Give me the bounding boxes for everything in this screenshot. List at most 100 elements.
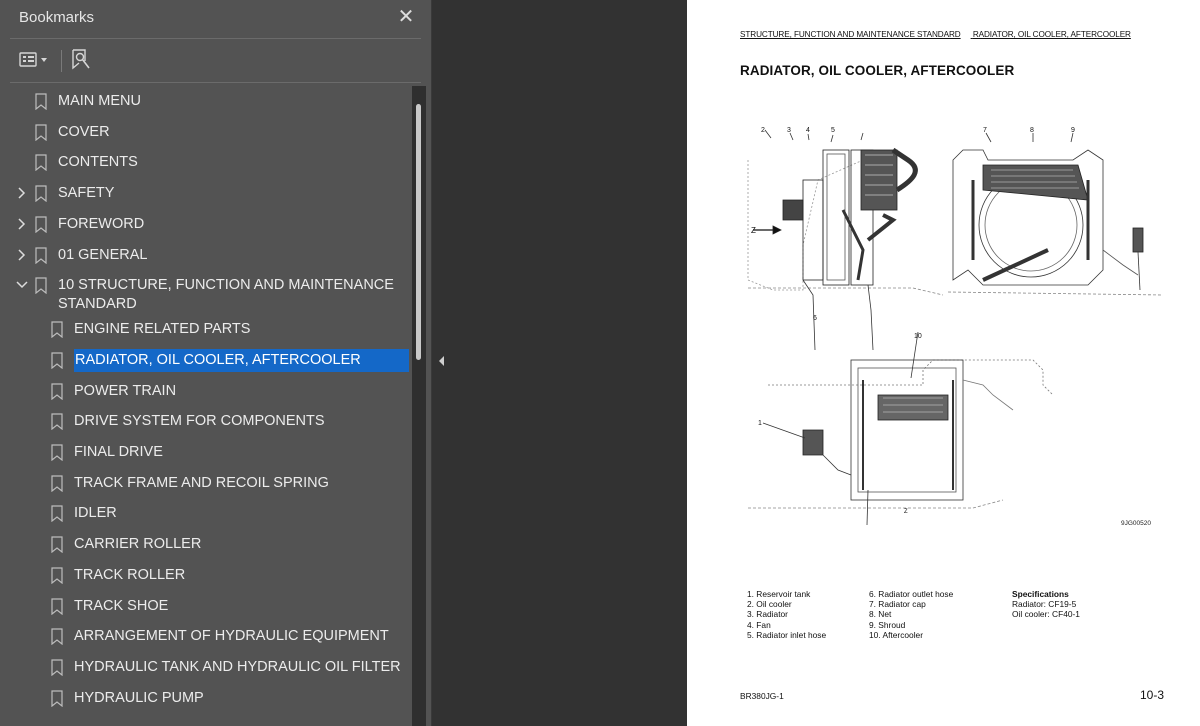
- panel-title: Bookmarks: [19, 9, 95, 26]
- chevron-right-icon[interactable]: [15, 247, 29, 263]
- bookmark-icon: [51, 505, 63, 523]
- bookmark-item[interactable]: DRIVE SYSTEM FOR COMPONENTS: [0, 406, 412, 436]
- callout-6: 6: [813, 315, 817, 322]
- collapse-left-icon: [439, 356, 444, 366]
- bookmark-item[interactable]: CONTENTS: [0, 147, 412, 177]
- spec-oil-cooler: Oil cooler: CF40-1: [1012, 609, 1080, 620]
- radiator-assembly-drawing: 2 3 4 5 6 7 8 9 10 1 Z Z: [747, 127, 1163, 526]
- bookmark-item[interactable]: HYDRAULIC TANK AND HYDRAULIC OIL FILTER: [0, 652, 412, 682]
- options-menu-icon: [19, 52, 47, 67]
- specifications: Specifications Radiator: CF19-5 Oil cool…: [1012, 589, 1080, 620]
- view-z-label-bottom: Z: [904, 509, 908, 515]
- bookmark-icon: [35, 216, 47, 233]
- bookmark-item[interactable]: IDLER: [0, 498, 412, 528]
- chevron-down-icon[interactable]: [15, 277, 29, 293]
- bookmark-icon: [35, 246, 47, 264]
- bookmark-options-button[interactable]: [18, 48, 54, 72]
- legend-item: 8. Net: [869, 609, 892, 620]
- bookmark-item[interactable]: CARRIER ROLLER: [0, 529, 412, 559]
- bookmark-label: HYDRAULIC TANK AND HYDRAULIC OIL FILTER: [74, 658, 401, 675]
- bookmark-item[interactable]: MAIN MENU: [0, 86, 412, 116]
- bookmark-icon: [51, 382, 63, 400]
- legend-item: 10. Aftercooler: [869, 629, 924, 640]
- bookmark-icon: [51, 597, 63, 615]
- bookmark-icon: [51, 444, 63, 461]
- legend-item: 3. Radiator: [747, 609, 788, 620]
- legend-item: 5. Radiator inlet hose: [747, 629, 827, 640]
- callout-3: 3: [787, 127, 791, 134]
- bookmark-item[interactable]: TRACK FRAME AND RECOIL SPRING: [0, 468, 412, 498]
- bookmark-item[interactable]: ENGINE RELATED PARTS: [0, 314, 412, 344]
- legend-item: 2. Oil cooler: [747, 599, 792, 610]
- legend-item: 4. Fan: [747, 619, 771, 630]
- bookmark-icon: [35, 185, 47, 203]
- bookmark-icon: [51, 628, 63, 646]
- bookmark-item[interactable]: ARRANGEMENT OF HYDRAULIC EQUIPMENT: [0, 621, 412, 651]
- bookmark-label: HYDRAULIC PUMP: [74, 689, 204, 706]
- bookmark-item[interactable]: 10 STRUCTURE, FUNCTION AND MAINTENANCE S…: [0, 270, 412, 314]
- header-section: STRUCTURE, FUNCTION AND MAINTENANCE STAN…: [740, 30, 961, 39]
- bookmark-label: FINAL DRIVE: [74, 444, 163, 460]
- bookmarks-panel: Bookmarks ✕ MAIN MENU COVER CONTENTS SAFETY…: [0, 0, 432, 726]
- find-bookmark-button[interactable]: [70, 48, 92, 72]
- legend-column-1: 1. Reservoir tank 2. Oil cooler 3. Radiato…: [747, 589, 826, 640]
- figure-code: 9JG00520: [1121, 520, 1151, 527]
- bookmark-label: COVER: [58, 123, 110, 140]
- bookmark-item[interactable]: TRACK SHOE: [0, 591, 412, 621]
- bookmark-label: ARRANGEMENT OF HYDRAULIC EQUIPMENT: [74, 628, 389, 645]
- bookmarks-tree: MAIN MENU COVER CONTENTS SAFETY FOREWORD 01 G…: [0, 86, 412, 726]
- bookmark-icon: [51, 689, 63, 707]
- bookmark-item[interactable]: FOREWORD: [0, 209, 412, 239]
- bookmark-item[interactable]: FINAL DRIVE: [0, 437, 412, 467]
- bookmark-icon: [51, 321, 63, 339]
- running-header: STRUCTURE, FUNCTION AND MAINTENANCE STAN…: [740, 30, 1141, 39]
- header-divider: [10, 38, 421, 39]
- scrollbar-thumb[interactable]: [416, 104, 421, 360]
- page-number: 10-3: [1140, 688, 1165, 702]
- bookmark-label: 01 GENERAL: [58, 246, 148, 263]
- bookmark-item[interactable]: RADIATOR, OIL COOLER, AFTERCOOLER: [0, 345, 412, 375]
- bookmark-label: TRACK ROLLER: [74, 566, 186, 583]
- bookmarks-toolbar: [0, 40, 432, 82]
- bookmark-icon: [51, 413, 63, 431]
- bookmark-label: ENGINE RELATED PARTS: [74, 321, 251, 338]
- legend-item: 6. Radiator outlet hose: [869, 589, 954, 599]
- front-view: [947, 132, 1163, 296]
- bookmark-label: RADIATOR, OIL COOLER, AFTERCOOLER: [74, 348, 409, 372]
- footer-model: BR380JG-1: [740, 691, 784, 701]
- bookmark-label: SAFETY: [58, 185, 115, 202]
- callout-8: 8: [1030, 127, 1034, 134]
- bookmark-icon: [35, 93, 47, 110]
- bookmark-icon: [51, 567, 63, 584]
- bookmark-item[interactable]: SAFETY: [0, 178, 412, 208]
- bookmark-item[interactable]: POWER TRAIN: [0, 376, 412, 406]
- page-title: RADIATOR, OIL COOLER, AFTERCOOLER: [740, 63, 1015, 78]
- bookmark-icon: [51, 659, 63, 676]
- bookmark-label: POWER TRAIN: [74, 382, 177, 399]
- chevron-right-icon[interactable]: [15, 185, 29, 201]
- callout-5: 5: [831, 127, 835, 134]
- bookmark-label: 10 STRUCTURE, FUNCTION AND MAINTENANCE S…: [58, 277, 394, 313]
- bookmark-label: DRIVE SYSTEM FOR COMPONENTS: [74, 413, 325, 430]
- bookmark-label: MAIN MENU: [58, 93, 141, 109]
- callout-10: 10: [914, 333, 922, 340]
- bookmark-item[interactable]: COVER: [0, 117, 412, 147]
- bookmark-item[interactable]: 01 GENERAL: [0, 240, 412, 270]
- bookmark-item[interactable]: TRACK ROLLER: [0, 560, 412, 590]
- bookmark-icon: [35, 124, 47, 141]
- toolbar-divider: [61, 50, 62, 72]
- chevron-right-icon[interactable]: [15, 216, 29, 232]
- callout-9: 9: [1071, 127, 1075, 134]
- bookmark-label: IDLER: [74, 505, 117, 522]
- bookmark-item[interactable]: HYDRAULIC PUMP: [0, 683, 412, 713]
- bookmark-label: CARRIER ROLLER: [74, 536, 202, 553]
- legend-column-2: 6. Radiator outlet hose 7. Radiator cap 8.…: [869, 589, 953, 640]
- bookmark-label: CONTENTS: [58, 154, 138, 171]
- collapse-panel-button[interactable]: [437, 354, 447, 368]
- document-page: STRUCTURE, FUNCTION AND MAINTENANCE STAN…: [687, 0, 1200, 726]
- legend-item: 9. Shroud: [869, 619, 906, 630]
- bookmark-label: FOREWORD: [58, 215, 145, 232]
- close-panel-button[interactable]: ✕: [396, 6, 416, 28]
- callout-2: 2: [761, 127, 765, 134]
- bookmark-icon: [35, 277, 47, 295]
